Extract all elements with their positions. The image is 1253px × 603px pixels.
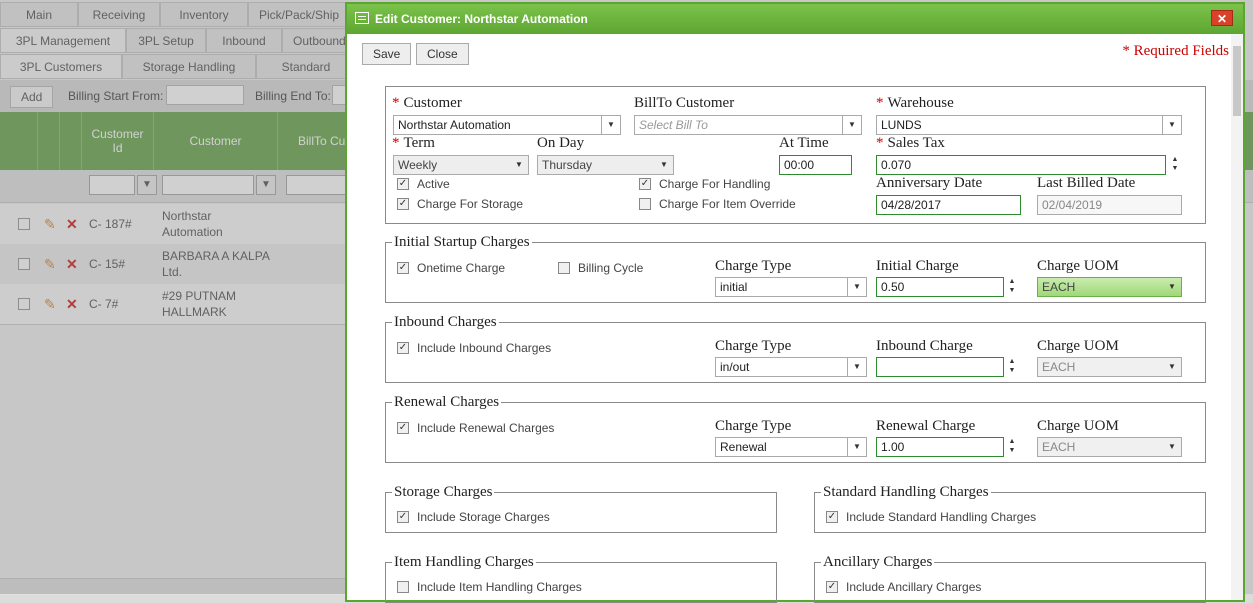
initial-charge-input[interactable]: 0.50 bbox=[876, 277, 1004, 297]
section-legend: Ancillary Charges bbox=[821, 554, 935, 571]
checkbox-box: ✓ bbox=[397, 178, 409, 190]
edit-customer-dialog: Edit Customer: Northstar Automation ✕ Sa… bbox=[345, 2, 1245, 603]
chevron-down-icon: ▼ bbox=[1168, 442, 1176, 451]
renewal-charge-spinner[interactable]: ▲ ▼ bbox=[1007, 437, 1017, 457]
chevron-down-icon: ▼ bbox=[1168, 362, 1176, 371]
active-checkbox[interactable]: ✓ Active bbox=[397, 177, 450, 191]
section-legend: Standard Handling Charges bbox=[821, 484, 991, 501]
charge-type-select[interactable]: in/out ▼ bbox=[715, 357, 867, 377]
close-icon[interactable]: ✕ bbox=[1211, 10, 1233, 26]
chevron-down-icon: ▼ bbox=[847, 438, 866, 456]
charge-type-select[interactable]: Renewal ▼ bbox=[715, 437, 867, 457]
inbound-charge-label: Inbound Charge bbox=[876, 338, 973, 354]
include-ancillary-checkbox[interactable]: ✓ Include Ancillary Charges bbox=[826, 580, 981, 594]
checkbox-box: ✓ bbox=[639, 178, 651, 190]
close-button[interactable]: Close bbox=[416, 43, 469, 65]
dialog-titlebar: Edit Customer: Northstar Automation ✕ bbox=[347, 4, 1243, 34]
chevron-down-icon: ▼ bbox=[601, 116, 620, 134]
billto-label: BillTo Customer bbox=[634, 95, 735, 111]
chevron-down-icon: ▼ bbox=[842, 116, 861, 134]
at-time-label: At Time bbox=[779, 135, 829, 151]
inbound-charge-spinner[interactable]: ▲ ▼ bbox=[1007, 357, 1017, 377]
term-label: * Term bbox=[392, 135, 435, 151]
charge-uom-label: Charge UOM bbox=[1037, 338, 1119, 354]
include-item-handling-checkbox[interactable]: Include Item Handling Charges bbox=[397, 580, 582, 594]
customer-label: * Customer bbox=[392, 95, 462, 111]
on-day-select[interactable]: Thursday ▼ bbox=[537, 155, 674, 175]
checkbox-box bbox=[558, 262, 570, 274]
chevron-down-icon: ▼ bbox=[847, 278, 866, 296]
checkbox-box bbox=[397, 581, 409, 593]
chevron-down-icon: ▼ bbox=[1168, 282, 1176, 291]
charge-uom-select[interactable]: EACH ▼ bbox=[1037, 357, 1182, 377]
charge-type-label: Charge Type bbox=[715, 258, 792, 274]
charge-type-select[interactable]: initial ▼ bbox=[715, 277, 867, 297]
charge-type-label: Charge Type bbox=[715, 418, 792, 434]
anniversary-date-input[interactable]: 04/28/2017 bbox=[876, 195, 1021, 215]
charge-uom-label: Charge UOM bbox=[1037, 418, 1119, 434]
chevron-down-icon: ▼ bbox=[1162, 116, 1181, 134]
last-billed-date-label: Last Billed Date bbox=[1037, 175, 1136, 191]
charge-storage-checkbox[interactable]: ✓ Charge For Storage bbox=[397, 197, 523, 211]
checkbox-box: ✓ bbox=[397, 511, 409, 523]
form-icon bbox=[355, 12, 369, 24]
customer-select[interactable]: Northstar Automation ▼ bbox=[393, 115, 621, 135]
dialog-scrollbar[interactable] bbox=[1231, 34, 1243, 600]
term-select[interactable]: Weekly ▼ bbox=[393, 155, 529, 175]
save-button[interactable]: Save bbox=[362, 43, 412, 65]
dialog-title: Edit Customer: Northstar Automation bbox=[375, 12, 588, 26]
warehouse-label: * Warehouse bbox=[876, 95, 954, 111]
include-inbound-checkbox[interactable]: ✓ Include Inbound Charges bbox=[397, 341, 551, 355]
general-section: * Customer Northstar Automation ▼ BillTo C… bbox=[385, 86, 1206, 224]
include-storage-checkbox[interactable]: ✓ Include Storage Charges bbox=[397, 510, 550, 524]
chevron-down-icon: ▼ bbox=[515, 160, 523, 169]
initial-charge-spinner[interactable]: ▲ ▼ bbox=[1007, 277, 1017, 297]
include-renewal-checkbox[interactable]: ✓ Include Renewal Charges bbox=[397, 421, 554, 435]
at-time-input[interactable]: 00:00 bbox=[779, 155, 852, 175]
section-legend: Renewal Charges bbox=[392, 394, 502, 411]
checkbox-box bbox=[639, 198, 651, 210]
standard-handling-charges-section: Standard Handling Charges ✓ Include Stand… bbox=[814, 484, 1206, 533]
billing-cycle-checkbox[interactable]: Billing Cycle bbox=[558, 261, 643, 275]
section-legend: Initial Startup Charges bbox=[392, 234, 532, 251]
ancillary-charges-section: Ancillary Charges ✓ Include Ancillary Cha… bbox=[814, 554, 1206, 603]
charge-uom-label: Charge UOM bbox=[1037, 258, 1119, 274]
item-handling-charges-section: Item Handling Charges Include Item Handl… bbox=[385, 554, 777, 603]
checkbox-box: ✓ bbox=[826, 511, 838, 523]
charge-uom-select[interactable]: EACH ▼ bbox=[1037, 277, 1182, 297]
checkbox-box: ✓ bbox=[397, 198, 409, 210]
sales-tax-label: * Sales Tax bbox=[876, 135, 945, 151]
sales-tax-input[interactable]: 0.070 bbox=[876, 155, 1166, 175]
charge-type-label: Charge Type bbox=[715, 338, 792, 354]
checkbox-box: ✓ bbox=[397, 342, 409, 354]
section-legend: Inbound Charges bbox=[392, 314, 499, 331]
charge-handling-checkbox[interactable]: ✓ Charge For Handling bbox=[639, 177, 770, 191]
billto-select[interactable]: Select Bill To ▼ bbox=[634, 115, 862, 135]
storage-charges-section: Storage Charges ✓ Include Storage Charges bbox=[385, 484, 777, 533]
checkbox-box: ✓ bbox=[826, 581, 838, 593]
chevron-down-icon: ▼ bbox=[847, 358, 866, 376]
charge-item-override-checkbox[interactable]: Charge For Item Override bbox=[639, 197, 796, 211]
checkbox-box: ✓ bbox=[397, 262, 409, 274]
section-legend: Item Handling Charges bbox=[392, 554, 536, 571]
renewal-charges-section: Renewal Charges ✓ Include Renewal Charges… bbox=[385, 394, 1206, 463]
section-legend: Storage Charges bbox=[392, 484, 495, 501]
renewal-charge-input[interactable]: 1.00 bbox=[876, 437, 1004, 457]
initial-startup-charges-section: Initial Startup Charges ✓ Onetime Charge … bbox=[385, 234, 1206, 303]
required-fields-note: * Required Fields bbox=[1122, 43, 1229, 59]
onetime-charge-checkbox[interactable]: ✓ Onetime Charge bbox=[397, 261, 505, 275]
on-day-label: On Day bbox=[537, 135, 585, 151]
inbound-charges-section: Inbound Charges ✓ Include Inbound Charges… bbox=[385, 314, 1206, 383]
last-billed-date-input: 02/04/2019 bbox=[1037, 195, 1182, 215]
sales-tax-spinner[interactable]: ▲ ▼ bbox=[1170, 155, 1180, 175]
include-standard-handling-checkbox[interactable]: ✓ Include Standard Handling Charges bbox=[826, 510, 1036, 524]
inbound-charge-input[interactable] bbox=[876, 357, 1004, 377]
checkbox-box: ✓ bbox=[397, 422, 409, 434]
anniversary-date-label: Anniversary Date bbox=[876, 175, 983, 191]
chevron-down-icon: ▼ bbox=[660, 160, 668, 169]
renewal-charge-label: Renewal Charge bbox=[876, 418, 976, 434]
initial-charge-label: Initial Charge bbox=[876, 258, 959, 274]
warehouse-select[interactable]: LUNDS ▼ bbox=[876, 115, 1182, 135]
charge-uom-select[interactable]: EACH ▼ bbox=[1037, 437, 1182, 457]
